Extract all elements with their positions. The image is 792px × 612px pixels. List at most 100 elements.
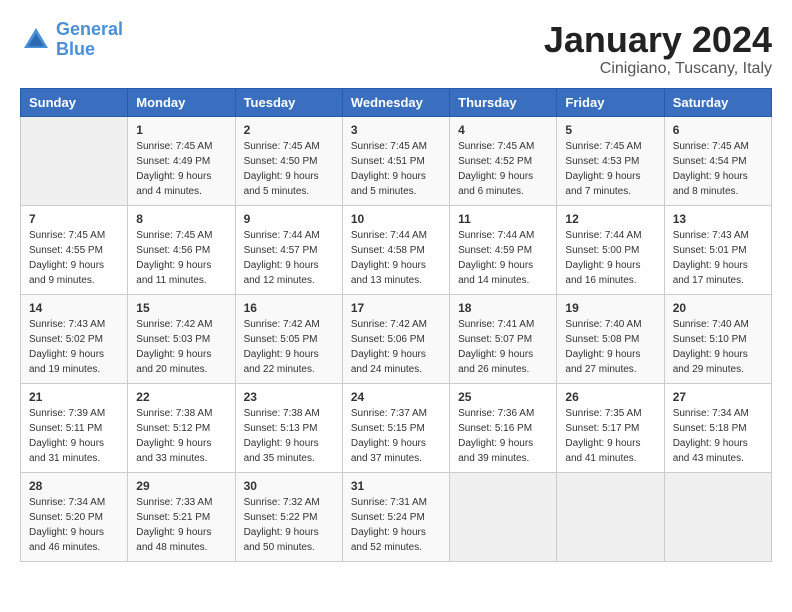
day-info: Sunrise: 7:41 AMSunset: 5:07 PMDaylight:…	[458, 317, 548, 377]
day-info: Sunrise: 7:38 AMSunset: 5:12 PMDaylight:…	[136, 406, 226, 466]
day-header-saturday: Saturday	[664, 88, 771, 116]
day-cell: 6 Sunrise: 7:45 AMSunset: 4:54 PMDaylight…	[664, 116, 771, 205]
logo-general: General	[56, 19, 123, 39]
day-info: Sunrise: 7:45 AMSunset: 4:51 PMDaylight:…	[351, 139, 441, 199]
day-cell: 10Sunrise: 7:44 AMSunset: 4:58 PMDayligh…	[342, 205, 449, 294]
day-cell: 15 Sunrise: 7:42 AMSunset: 5:03 PMDayligh…	[128, 294, 235, 383]
day-cell: 13 Sunrise: 7:43 AMSunset: 5:01 PMDayligh…	[664, 205, 771, 294]
day-info: Sunrise: 7:45 AMSunset: 4:55 PMDaylight:…	[29, 228, 119, 288]
day-number: 10	[351, 212, 441, 226]
day-info: Sunrise: 7:45 AMSunset: 4:53 PMDaylight:…	[565, 139, 655, 199]
day-cell: 11Sunrise: 7:44 AMSunset: 4:59 PMDayligh…	[450, 205, 557, 294]
day-cell: 19Sunrise: 7:40 AMSunset: 5:08 PMDayligh…	[557, 294, 664, 383]
day-cell: 31 Sunrise: 7:31 AMSunset: 5:24 PMDayligh…	[342, 472, 449, 561]
week-row-1: 1Sunrise: 7:45 AMSunset: 4:49 PMDaylight…	[21, 116, 772, 205]
day-number: 4	[458, 123, 548, 137]
week-row-4: 21 Sunrise: 7:39 AMSunset: 5:11 PMDayligh…	[21, 383, 772, 472]
day-info: Sunrise: 7:45 AMSunset: 4:50 PMDaylight:…	[244, 139, 334, 199]
day-number: 5	[565, 123, 655, 137]
day-cell	[664, 472, 771, 561]
logo-icon	[20, 24, 52, 56]
day-cell: 26 Sunrise: 7:35 AMSunset: 5:17 PMDayligh…	[557, 383, 664, 472]
week-row-2: 7 Sunrise: 7:45 AMSunset: 4:55 PMDaylight…	[21, 205, 772, 294]
day-number: 27	[673, 390, 763, 404]
day-cell: 3Sunrise: 7:45 AMSunset: 4:51 PMDaylight…	[342, 116, 449, 205]
day-info: Sunrise: 7:44 AMSunset: 4:57 PMDaylight:…	[244, 228, 334, 288]
day-info: Sunrise: 7:44 AMSunset: 4:59 PMDaylight:…	[458, 228, 548, 288]
day-number: 29	[136, 479, 226, 493]
day-number: 19	[565, 301, 655, 315]
day-number: 25	[458, 390, 548, 404]
day-info: Sunrise: 7:45 AMSunset: 4:54 PMDaylight:…	[673, 139, 763, 199]
day-info: Sunrise: 7:39 AMSunset: 5:11 PMDaylight:…	[29, 406, 119, 466]
day-info: Sunrise: 7:34 AMSunset: 5:20 PMDaylight:…	[29, 495, 119, 555]
day-cell: 24 Sunrise: 7:37 AMSunset: 5:15 PMDayligh…	[342, 383, 449, 472]
day-number: 31	[351, 479, 441, 493]
day-number: 16	[244, 301, 334, 315]
day-info: Sunrise: 7:44 AMSunset: 5:00 PMDaylight:…	[565, 228, 655, 288]
day-info: Sunrise: 7:34 AMSunset: 5:18 PMDaylight:…	[673, 406, 763, 466]
day-info: Sunrise: 7:45 AMSunset: 4:52 PMDaylight:…	[458, 139, 548, 199]
day-cell: 17Sunrise: 7:42 AMSunset: 5:06 PMDayligh…	[342, 294, 449, 383]
day-info: Sunrise: 7:42 AMSunset: 5:05 PMDaylight:…	[244, 317, 334, 377]
day-header-sunday: Sunday	[21, 88, 128, 116]
day-number: 18	[458, 301, 548, 315]
day-info: Sunrise: 7:33 AMSunset: 5:21 PMDaylight:…	[136, 495, 226, 555]
day-cell	[557, 472, 664, 561]
day-info: Sunrise: 7:35 AMSunset: 5:17 PMDaylight:…	[565, 406, 655, 466]
day-cell: 23 Sunrise: 7:38 AMSunset: 5:13 PMDayligh…	[235, 383, 342, 472]
day-header-thursday: Thursday	[450, 88, 557, 116]
day-info: Sunrise: 7:37 AMSunset: 5:15 PMDaylight:…	[351, 406, 441, 466]
day-header-wednesday: Wednesday	[342, 88, 449, 116]
day-cell: 27 Sunrise: 7:34 AMSunset: 5:18 PMDayligh…	[664, 383, 771, 472]
day-cell: 12 Sunrise: 7:44 AMSunset: 5:00 PMDayligh…	[557, 205, 664, 294]
day-number: 21	[29, 390, 119, 404]
day-cell	[21, 116, 128, 205]
page-header: General Blue January 2024 Cinigiano, Tus…	[20, 20, 772, 78]
calendar-header-row: SundayMondayTuesdayWednesdayThursdayFrid…	[21, 88, 772, 116]
day-cell: 25 Sunrise: 7:36 AMSunset: 5:16 PMDayligh…	[450, 383, 557, 472]
day-cell: 8Sunrise: 7:45 AMSunset: 4:56 PMDaylight…	[128, 205, 235, 294]
day-number: 17	[351, 301, 441, 315]
day-cell: 28 Sunrise: 7:34 AMSunset: 5:20 PMDayligh…	[21, 472, 128, 561]
day-cell: 14Sunrise: 7:43 AMSunset: 5:02 PMDayligh…	[21, 294, 128, 383]
day-number: 26	[565, 390, 655, 404]
day-info: Sunrise: 7:36 AMSunset: 5:16 PMDaylight:…	[458, 406, 548, 466]
day-cell: 21 Sunrise: 7:39 AMSunset: 5:11 PMDayligh…	[21, 383, 128, 472]
logo-blue: Blue	[56, 39, 95, 59]
week-row-5: 28 Sunrise: 7:34 AMSunset: 5:20 PMDayligh…	[21, 472, 772, 561]
day-header-friday: Friday	[557, 88, 664, 116]
day-number: 15	[136, 301, 226, 315]
day-cell	[450, 472, 557, 561]
day-info: Sunrise: 7:32 AMSunset: 5:22 PMDaylight:…	[244, 495, 334, 555]
day-info: Sunrise: 7:31 AMSunset: 5:24 PMDaylight:…	[351, 495, 441, 555]
day-cell: 16 Sunrise: 7:42 AMSunset: 5:05 PMDayligh…	[235, 294, 342, 383]
day-cell: 30Sunrise: 7:32 AMSunset: 5:22 PMDayligh…	[235, 472, 342, 561]
day-number: 6	[673, 123, 763, 137]
location: Cinigiano, Tuscany, Italy	[544, 60, 772, 78]
day-number: 28	[29, 479, 119, 493]
logo-text: General Blue	[56, 20, 123, 60]
day-number: 13	[673, 212, 763, 226]
day-number: 2	[244, 123, 334, 137]
title-block: January 2024 Cinigiano, Tuscany, Italy	[544, 20, 772, 78]
day-info: Sunrise: 7:38 AMSunset: 5:13 PMDaylight:…	[244, 406, 334, 466]
day-number: 12	[565, 212, 655, 226]
day-cell: 18 Sunrise: 7:41 AMSunset: 5:07 PMDayligh…	[450, 294, 557, 383]
day-info: Sunrise: 7:42 AMSunset: 5:03 PMDaylight:…	[136, 317, 226, 377]
day-number: 1	[136, 123, 226, 137]
logo: General Blue	[20, 20, 123, 60]
day-number: 7	[29, 212, 119, 226]
day-cell: 2 Sunrise: 7:45 AMSunset: 4:50 PMDaylight…	[235, 116, 342, 205]
day-cell: 29 Sunrise: 7:33 AMSunset: 5:21 PMDayligh…	[128, 472, 235, 561]
day-number: 23	[244, 390, 334, 404]
day-info: Sunrise: 7:40 AMSunset: 5:10 PMDaylight:…	[673, 317, 763, 377]
day-cell: 20Sunrise: 7:40 AMSunset: 5:10 PMDayligh…	[664, 294, 771, 383]
day-cell: 5 Sunrise: 7:45 AMSunset: 4:53 PMDaylight…	[557, 116, 664, 205]
day-number: 22	[136, 390, 226, 404]
day-number: 24	[351, 390, 441, 404]
day-header-tuesday: Tuesday	[235, 88, 342, 116]
day-info: Sunrise: 7:43 AMSunset: 5:01 PMDaylight:…	[673, 228, 763, 288]
day-cell: 1Sunrise: 7:45 AMSunset: 4:49 PMDaylight…	[128, 116, 235, 205]
day-cell: 7 Sunrise: 7:45 AMSunset: 4:55 PMDaylight…	[21, 205, 128, 294]
